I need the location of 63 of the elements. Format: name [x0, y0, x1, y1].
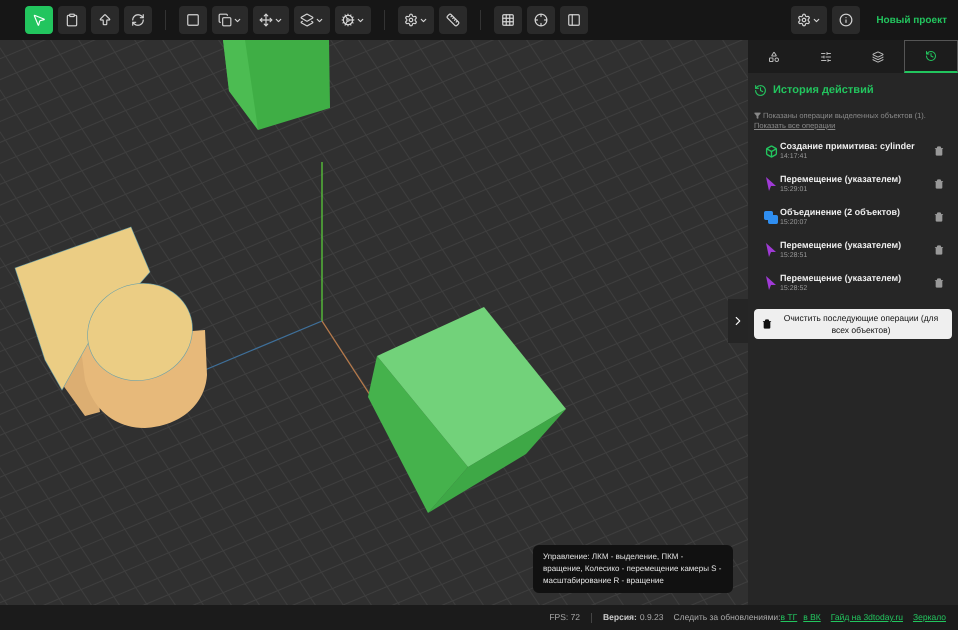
- version-number: 0.9.23: [640, 611, 664, 624]
- pointer-icon: [32, 13, 46, 27]
- toolbar-button[interactable]: [560, 6, 588, 34]
- toolbar-button[interactable]: [212, 6, 248, 34]
- fps-counter: FPS: 72: [549, 611, 580, 624]
- delete-icon[interactable]: [934, 179, 944, 189]
- layers-icon: [872, 50, 884, 62]
- delete-icon[interactable]: [934, 278, 944, 288]
- toolbar-button[interactable]: [439, 6, 467, 34]
- toolbar-button[interactable]: [494, 6, 522, 34]
- clear-operations-button[interactable]: Очистить последующие операции (для всех объектов): [754, 308, 952, 338]
- move-icon: [259, 13, 273, 27]
- project-title[interactable]: Новый проект: [876, 12, 947, 28]
- crosshair-icon: [534, 13, 548, 27]
- overlapping-squares-icon: [764, 210, 778, 224]
- controls-hint: Управление: ЛКМ - выделение, ПКМ - вращение, Колесико - перемещение камеры S - масштабирование R - вращение: [533, 545, 733, 593]
- copy-icon: [218, 13, 232, 27]
- arrow-up-icon: [98, 13, 112, 27]
- history-title: Перемещение (указателем): [780, 273, 902, 284]
- history-title: Перемещение (указателем): [780, 174, 902, 185]
- pointer-icon: [766, 243, 776, 257]
- toolbar-button[interactable]: [179, 6, 207, 34]
- footer-link[interactable]: в ТГ: [780, 611, 798, 624]
- info-icon: [839, 13, 854, 27]
- trash-icon: [762, 318, 772, 328]
- grid-icon: [501, 13, 515, 27]
- follow-label: Следить за обновлениями:: [674, 611, 781, 624]
- delete-icon[interactable]: [934, 146, 944, 156]
- panel-title: История действий: [773, 83, 874, 98]
- footer-link[interactable]: Зеркало: [912, 611, 946, 624]
- toolbar-button[interactable]: [58, 6, 86, 34]
- settings-icon: [797, 13, 812, 27]
- toolbar-button[interactable]: [294, 6, 330, 34]
- toolbar-button[interactable]: [791, 6, 828, 34]
- sliders-icon: [820, 50, 832, 62]
- footer-link[interactable]: в ВК: [803, 611, 821, 624]
- pointer-icon: [766, 177, 776, 191]
- clipboard-icon: [65, 13, 79, 27]
- toolbar-button[interactable]: [527, 6, 555, 34]
- cube-icon: [764, 144, 778, 158]
- history-icon: [925, 50, 937, 62]
- history-icon: [754, 84, 767, 97]
- ruler-icon: [446, 13, 460, 27]
- shapes-icon: [768, 50, 780, 62]
- filter-icon: [754, 112, 761, 118]
- pointer-icon: [766, 276, 776, 290]
- history-title: Объединение (2 объектов): [780, 207, 901, 218]
- history-title: Создание примитива: cylinder: [780, 141, 916, 152]
- toolbar-button[interactable]: [253, 6, 289, 34]
- version-label: Версия:: [603, 611, 637, 624]
- footer-link[interactable]: Гайд на 3dtoday.ru: [830, 611, 903, 624]
- panel-icon: [567, 13, 581, 27]
- sidebar-tab[interactable]: [904, 40, 958, 73]
- toolbar-button[interactable]: [91, 6, 119, 34]
- delete-icon[interactable]: [934, 212, 944, 222]
- toolbar-button[interactable]: [832, 6, 860, 34]
- toolbar-button[interactable]: [398, 6, 434, 34]
- settings-icon: [404, 13, 418, 27]
- delete-icon[interactable]: [934, 245, 944, 255]
- refresh-icon: [131, 13, 145, 27]
- toolbar-button[interactable]: [335, 6, 371, 34]
- toolbar-button[interactable]: [124, 6, 152, 34]
- history-title: Перемещение (указателем): [780, 240, 902, 251]
